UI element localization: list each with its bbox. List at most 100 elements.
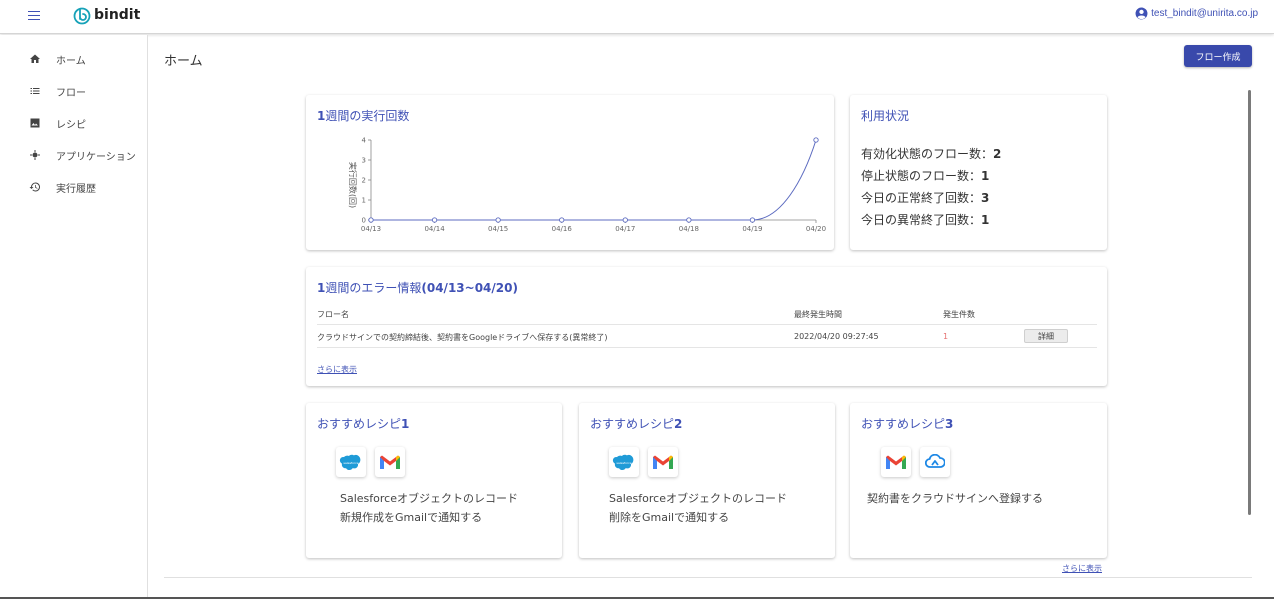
y-tick-label: 0 xyxy=(362,217,366,225)
usage-row-stopped-flows: 停止状態のフロー数：1 xyxy=(861,165,1001,187)
x-tick-label: 04/17 xyxy=(615,225,635,233)
recipe-card-2[interactable]: おすすめレシピ2 salesforce Salesforceオブジェクトのレコー… xyxy=(579,403,835,558)
usage-title: 利用状況 xyxy=(861,109,910,123)
sidebar: ホーム フロー レシピ アプリケーション 実行履歴 xyxy=(0,35,148,597)
data-point xyxy=(368,217,374,223)
recipe-description: Salesforceオブジェクトのレコード 新規作成をGmailで通知する xyxy=(340,489,518,527)
y-tick-label: 3 xyxy=(362,157,366,165)
sidebar-item-label: ホーム xyxy=(56,55,86,67)
sidebar-item-home[interactable]: ホーム xyxy=(0,43,147,75)
data-point xyxy=(813,137,819,143)
usage-row-success-today: 今日の正常終了回数：3 xyxy=(861,187,1001,209)
sidebar-item-flow[interactable]: フロー xyxy=(0,75,147,107)
error-count: 1 xyxy=(943,332,949,341)
error-info-card: 1週間のエラー情報(04/13~04/20) フロー名 最終発生時間 発生件数 … xyxy=(306,267,1107,386)
gmail-icon xyxy=(881,447,911,477)
column-header-time: 最終発生時間 xyxy=(794,310,842,319)
recipe-title: おすすめレシピ2 xyxy=(590,415,682,432)
recipe-card-3[interactable]: おすすめレシピ3 契約書をクラウドサインへ登録する xyxy=(850,403,1107,558)
data-point xyxy=(686,217,692,223)
svg-text:salesforce: salesforce xyxy=(343,461,358,465)
history-icon xyxy=(28,180,42,194)
recipe-desc-line: 契約書をクラウドサインへ登録する xyxy=(867,492,1043,505)
recipes-more-link[interactable]: さらに表示 xyxy=(1062,563,1102,574)
menu-icon[interactable] xyxy=(28,8,42,22)
x-tick-label: 04/15 xyxy=(488,225,508,233)
sidebar-item-recipe[interactable]: レシピ xyxy=(0,107,147,139)
title-number: 2 xyxy=(674,417,683,431)
brand-logo[interactable]: bindit xyxy=(72,4,140,26)
x-tick-label: 04/16 xyxy=(552,225,573,233)
x-tick-label: 04/13 xyxy=(361,225,381,233)
title-text: おすすめレシピ xyxy=(861,417,946,431)
divider xyxy=(317,324,1097,325)
usage-label: 有効化状態のフロー数： xyxy=(861,147,994,161)
usage-label: 今日の正常終了回数： xyxy=(861,191,982,205)
detail-button[interactable]: 詳細 xyxy=(1024,329,1068,343)
create-flow-button[interactable]: フロー作成 xyxy=(1184,45,1252,67)
weekly-runs-chart: 0 1 2 3 4 実行回数(回) 04/13 04/14 04/15 04/16 04/17 04/… xyxy=(348,137,826,234)
sidebar-item-application[interactable]: アプリケーション xyxy=(0,139,147,171)
recipe-app-icons: salesforce xyxy=(336,447,414,477)
column-header-flow: フロー名 xyxy=(317,310,349,319)
cloudsign-icon xyxy=(920,447,950,477)
app-icon xyxy=(28,148,42,162)
title-number: 3 xyxy=(945,417,954,431)
y-tick-label: 2 xyxy=(362,177,366,185)
usage-value: 2 xyxy=(993,147,1002,161)
error-info-title: 1週間のエラー情報(04/13~04/20) xyxy=(317,279,518,296)
recipe-title: おすすめレシピ1 xyxy=(317,415,409,432)
recipe-desc-line: Salesforceオブジェクトのレコード xyxy=(609,492,787,505)
series-line xyxy=(371,139,817,221)
x-tick-label: 04/18 xyxy=(679,225,699,233)
usage-label: 停止状態のフロー数： xyxy=(861,169,982,183)
title-text: おすすめレシピ xyxy=(317,417,402,431)
error-more-link[interactable]: さらに表示 xyxy=(317,364,357,375)
data-point xyxy=(495,217,501,223)
gmail-icon xyxy=(375,447,405,477)
home-icon xyxy=(28,52,42,66)
title-number: 1 xyxy=(401,417,410,431)
brand-name: bindit xyxy=(94,7,141,23)
recipe-description: Salesforceオブジェクトのレコード 削除をGmailで通知する xyxy=(609,489,787,527)
vertical-scrollbar[interactable] xyxy=(1248,90,1251,515)
data-point xyxy=(749,217,756,223)
page-title: ホーム xyxy=(164,54,203,69)
gmail-icon xyxy=(648,447,678,477)
recipe-card-1[interactable]: おすすめレシピ1 salesforce Salesforceオブジェクトのレコー… xyxy=(306,403,562,558)
top-app-bar: bindit test_bindit@unirita.co.jp xyxy=(0,0,1274,34)
usage-value: 1 xyxy=(981,169,990,183)
list-icon xyxy=(28,84,42,98)
x-tick-label: 04/19 xyxy=(742,225,762,233)
sidebar-item-label: 実行履歴 xyxy=(56,183,96,195)
sidebar-item-history[interactable]: 実行履歴 xyxy=(0,171,147,203)
title-text: 週間のエラー情報 xyxy=(325,281,422,295)
user-account[interactable]: test_bindit@unirita.co.jp xyxy=(1135,7,1258,20)
error-flow-name: クラウドサインでの契約締結後、契約書をGoogleドライブへ保存する(異常終了) xyxy=(317,333,608,342)
recipe-title: おすすめレシピ3 xyxy=(861,415,953,432)
salesforce-icon: salesforce xyxy=(609,447,639,477)
recipe-desc-line: 削除をGmailで通知する xyxy=(609,511,730,524)
usage-row-active-flows: 有効化状態のフロー数：2 xyxy=(861,143,1001,165)
sidebar-item-label: アプリケーション xyxy=(56,151,136,163)
recipe-app-icons xyxy=(881,447,959,477)
recipe-desc-line: Salesforceオブジェクトのレコード xyxy=(340,492,518,505)
recipe-description: 契約書をクラウドサインへ登録する xyxy=(867,489,1043,508)
bottom-border xyxy=(0,597,1274,599)
y-axis-label: 実行回数(回) xyxy=(348,162,358,208)
usage-value: 1 xyxy=(981,213,990,227)
sidebar-item-label: フロー xyxy=(56,87,86,99)
column-header-count: 発生件数 xyxy=(943,310,975,319)
recipe-app-icons: salesforce xyxy=(609,447,687,477)
image-icon xyxy=(28,116,42,130)
error-last-time: 2022/04/20 09:27:45 xyxy=(794,332,879,341)
y-tick-label: 1 xyxy=(362,197,366,205)
data-point xyxy=(559,217,565,223)
user-email: test_bindit@unirita.co.jp xyxy=(1151,8,1258,19)
usage-card: 利用状況 有効化状態のフロー数：2 停止状態のフロー数：1 今日の正常終了回数：… xyxy=(850,95,1107,250)
usage-value: 3 xyxy=(981,191,990,205)
recipe-desc-line: 新規作成をGmailで通知する xyxy=(340,511,483,524)
usage-row-error-today: 今日の異常終了回数：1 xyxy=(861,209,1001,231)
usage-list: 有効化状態のフロー数：2 停止状態のフロー数：1 今日の正常終了回数：3 今日の… xyxy=(861,143,1001,231)
title-range: (04/13~04/20) xyxy=(421,281,518,295)
